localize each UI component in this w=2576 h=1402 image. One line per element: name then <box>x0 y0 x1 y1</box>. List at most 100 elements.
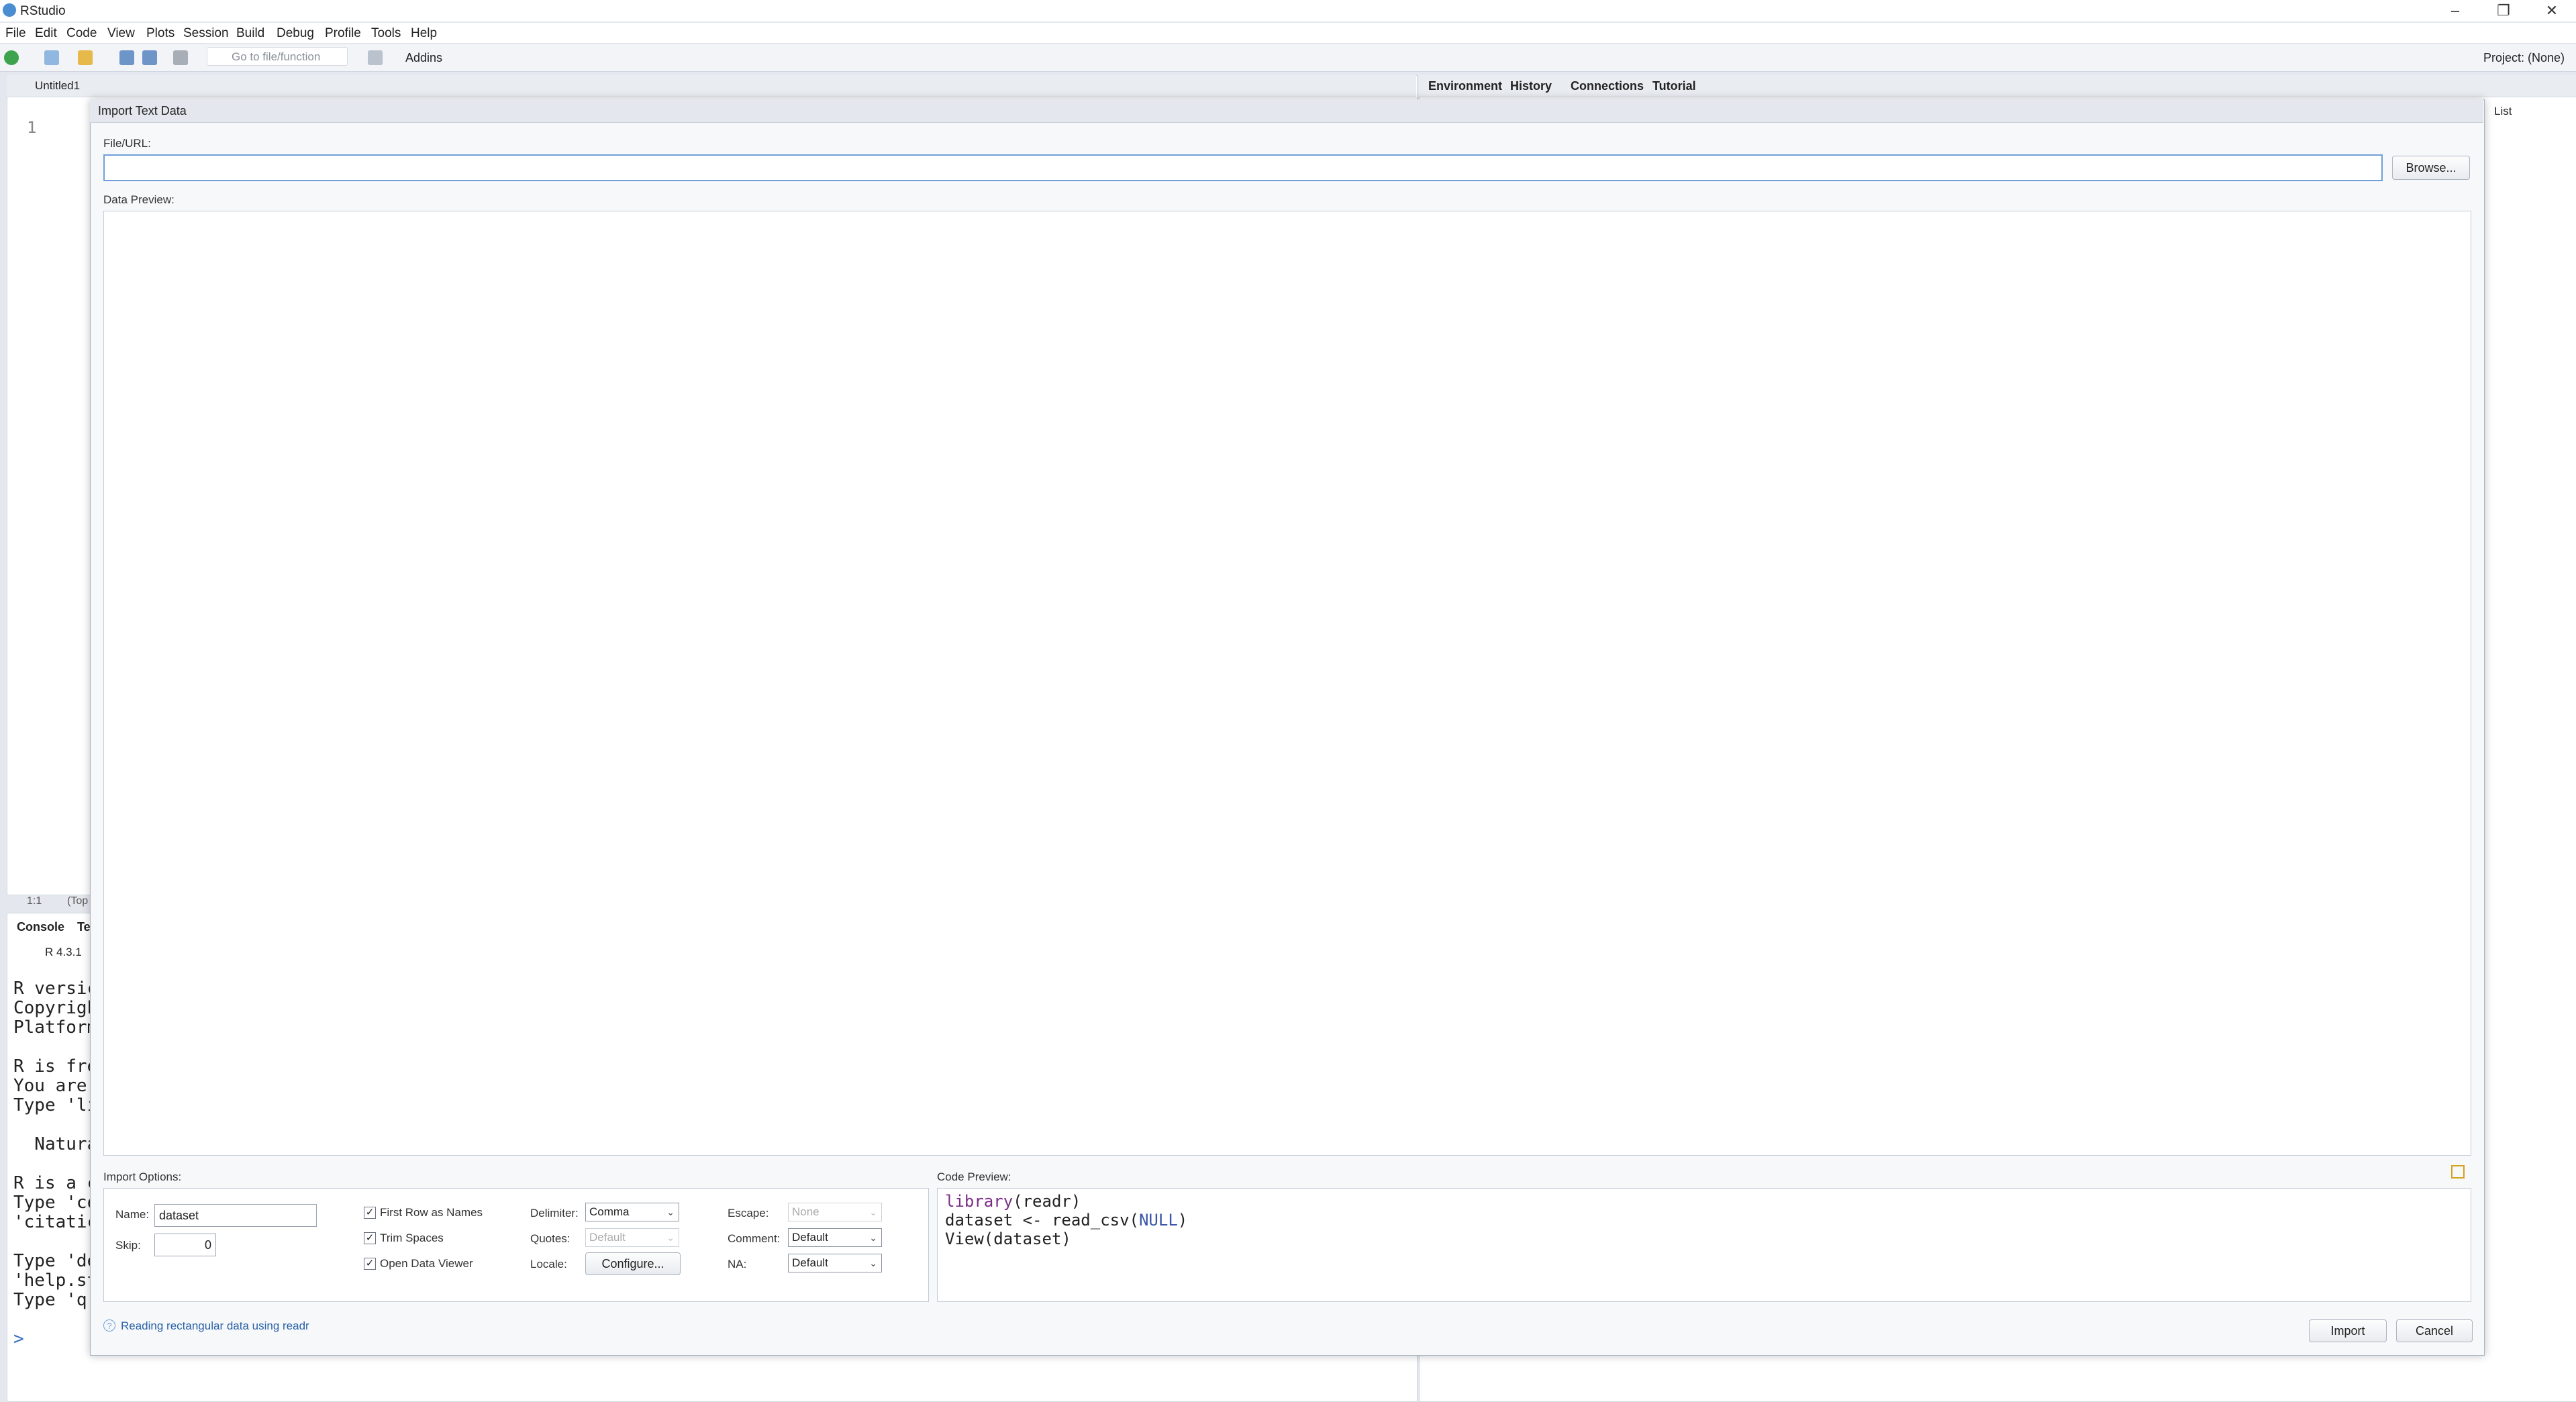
configure-locale-button[interactable]: Configure... <box>585 1252 681 1275</box>
console-line: R is fre <box>13 1056 98 1076</box>
quotes-label: Quotes: <box>530 1232 571 1245</box>
list-view-dropdown[interactable]: List <box>2494 105 2512 118</box>
save-icon[interactable] <box>119 50 134 65</box>
browse-button[interactable]: Browse... <box>2392 156 2470 180</box>
menu-plots[interactable]: Plots <box>146 26 175 41</box>
data-preview-label: Data Preview: <box>103 193 175 206</box>
console-line: R versic <box>13 979 98 999</box>
minimize-button[interactable]: – <box>2436 1 2474 20</box>
menu-tools[interactable]: Tools <box>371 26 401 41</box>
addins-menu[interactable]: Addins <box>405 51 442 65</box>
name-label: Name: <box>115 1208 150 1221</box>
comment-select[interactable]: Default ⌄ <box>788 1228 882 1247</box>
chevron-down-icon: ⌄ <box>666 1207 675 1217</box>
na-value: Default <box>792 1256 828 1269</box>
main-toolbar: Addins Project: (None) <box>0 44 2576 72</box>
skip-input[interactable]: 0 <box>154 1234 216 1256</box>
help-icon: ? <box>103 1319 115 1332</box>
console-line: Copyrigh <box>13 998 98 1018</box>
escape-value: None <box>792 1205 820 1218</box>
comment-value: Default <box>792 1231 828 1244</box>
console-line: Type 'li <box>13 1095 98 1115</box>
save-all-icon[interactable] <box>142 50 157 65</box>
console-line: Type 'q( <box>13 1290 98 1310</box>
skip-label: Skip: <box>115 1239 141 1252</box>
import-options-label: Import Options: <box>103 1170 182 1183</box>
code-null: NULL <box>1138 1211 1178 1230</box>
code-close: ) <box>1177 1211 1188 1230</box>
tab-untitled1[interactable]: Untitled1 <box>35 79 80 93</box>
restore-button[interactable]: ❐ <box>2485 1 2522 20</box>
workspace-panes-icon[interactable] <box>368 50 383 65</box>
open-data-viewer-checkbox[interactable]: ✓ <box>364 1258 376 1270</box>
menu-help[interactable]: Help <box>411 26 437 41</box>
cursor-position: 1:1 <box>27 895 42 907</box>
menu-profile[interactable]: Profile <box>325 26 361 41</box>
code-line: library(readr) <box>945 1192 1081 1211</box>
code-preview-label: Code Preview: <box>937 1170 1011 1183</box>
delimiter-select[interactable]: Comma ⌄ <box>585 1203 679 1221</box>
copy-code-icon[interactable] <box>2451 1165 2465 1179</box>
menu-code[interactable]: Code <box>66 26 97 41</box>
delimiter-value: Comma <box>589 1205 630 1218</box>
close-button[interactable]: ✕ <box>2533 1 2571 20</box>
code-args: (readr) <box>1013 1192 1081 1211</box>
environment-tab-bar: Environment History Connections Tutorial <box>1419 75 2576 97</box>
code-line: dataset <- read_csv(NULL) <box>945 1211 1187 1230</box>
window-title: RStudio <box>20 4 66 18</box>
file-url-label: File/URL: <box>103 137 151 150</box>
scope-indicator[interactable]: (Top <box>67 895 88 907</box>
first-row-as-names-checkbox[interactable]: ✓ <box>364 1207 376 1219</box>
goto-file-input[interactable]: Go to file/function <box>207 47 348 66</box>
import-button[interactable]: Import <box>2309 1319 2387 1342</box>
data-preview-area[interactable] <box>103 211 2471 1156</box>
tab-history[interactable]: History <box>1510 79 1552 93</box>
dialog-title-bar: Import Text Data <box>90 99 2483 123</box>
code-line: View(dataset) <box>945 1230 1071 1248</box>
menu-debug[interactable]: Debug <box>277 26 314 41</box>
console-line: 'citatic <box>13 1212 98 1232</box>
tab-connections[interactable]: Connections <box>1571 79 1644 93</box>
trim-spaces-checkbox[interactable]: ✓ <box>364 1232 376 1244</box>
na-label: NA: <box>728 1258 747 1270</box>
chevron-down-icon: ⌄ <box>666 1232 675 1243</box>
tab-console[interactable]: Console <box>17 920 64 934</box>
line-number: 1 <box>27 118 37 137</box>
new-project-icon[interactable] <box>44 50 59 65</box>
na-select[interactable]: Default ⌄ <box>788 1254 882 1272</box>
readr-help-link[interactable]: Reading rectangular data using readr <box>121 1319 309 1333</box>
tab-terminal[interactable]: Te <box>77 920 91 934</box>
console-line: Type 'co <box>13 1193 98 1213</box>
new-file-icon[interactable] <box>4 50 19 65</box>
tab-tutorial[interactable]: Tutorial <box>1652 79 1696 93</box>
code-function: library <box>945 1192 1013 1211</box>
open-file-icon[interactable] <box>78 50 93 65</box>
menu-edit[interactable]: Edit <box>35 26 57 41</box>
r-version-label: R 4.3.1 <box>45 946 82 958</box>
title-bar: RStudio – ❐ ✕ <box>0 0 2576 21</box>
console-line: Platform <box>13 1017 98 1038</box>
print-icon[interactable] <box>173 50 188 65</box>
menu-build[interactable]: Build <box>236 26 264 41</box>
cancel-button[interactable]: Cancel <box>2396 1319 2473 1342</box>
console-line: Type 'de <box>13 1251 98 1271</box>
quotes-select: Default ⌄ <box>585 1228 679 1247</box>
rstudio-logo-icon <box>3 3 16 17</box>
tab-environment[interactable]: Environment <box>1428 79 1502 93</box>
menu-file[interactable]: File <box>5 26 26 41</box>
console-prompt[interactable]: > <box>13 1329 24 1349</box>
menu-session[interactable]: Session <box>183 26 229 41</box>
trim-spaces-label: Trim Spaces <box>380 1232 444 1244</box>
file-url-input[interactable] <box>103 154 2383 181</box>
project-menu[interactable]: Project: (None) <box>2483 51 2565 65</box>
console-line: You are <box>13 1076 87 1096</box>
editor-tab-bar: Untitled1 <box>7 75 1416 97</box>
console-line: Natura <box>13 1134 98 1154</box>
menu-bar: File Edit Code View Plots Session Build … <box>0 23 2576 43</box>
dialog-title: Import Text Data <box>98 104 187 117</box>
code-assign: dataset <- read_csv( <box>945 1211 1139 1230</box>
name-input[interactable]: dataset <box>154 1204 317 1227</box>
console-line: R is a c <box>13 1173 98 1193</box>
code-preview-panel[interactable] <box>937 1188 2471 1302</box>
menu-view[interactable]: View <box>107 26 135 41</box>
